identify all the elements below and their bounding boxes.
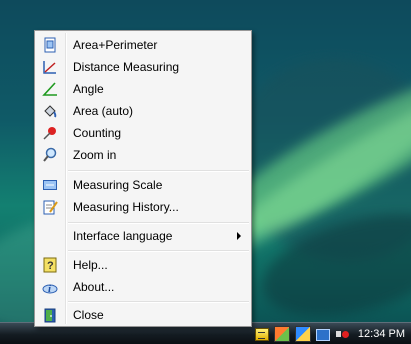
- submenu-arrow-icon: [237, 232, 241, 240]
- menu-item-help[interactable]: ? Help...: [37, 254, 249, 276]
- about-info-icon: i: [42, 279, 58, 295]
- menu-item-label: About...: [73, 280, 115, 294]
- menu-item-label: Distance Measuring: [73, 60, 180, 74]
- menu-item-label: Angle: [73, 82, 104, 96]
- menu-item-label: Help...: [73, 258, 108, 272]
- menu-item-angle[interactable]: Angle: [37, 78, 249, 100]
- menu-separator: [68, 170, 249, 172]
- menu-separator: [68, 250, 249, 252]
- menu-item-label: Zoom in: [73, 148, 117, 162]
- app-tray-icon[interactable]: [273, 325, 290, 342]
- menu-item-label: Area+Perimeter: [73, 38, 158, 52]
- angle-icon: [42, 81, 58, 97]
- paint-bucket-icon: [42, 103, 58, 119]
- context-menu: Area+Perimeter Distance Measuring Angle …: [34, 30, 252, 327]
- menu-item-area-perimeter[interactable]: Area+Perimeter: [37, 34, 249, 56]
- menu-item-label: Measuring Scale: [73, 178, 163, 192]
- menu-separator: [68, 301, 249, 303]
- menu-item-interface-language[interactable]: Interface language: [37, 225, 249, 247]
- menu-separator: [68, 222, 249, 224]
- network-icon[interactable]: [315, 328, 330, 341]
- menu-item-area-auto[interactable]: Area (auto): [37, 100, 249, 122]
- menu-item-label: Counting: [73, 126, 122, 140]
- close-door-icon: [42, 307, 58, 323]
- scale-icon: [42, 177, 58, 193]
- distance-measuring-icon: [42, 59, 58, 75]
- menu-item-measuring-scale[interactable]: Measuring Scale: [37, 174, 249, 196]
- menu-item-measuring-history[interactable]: Measuring History...: [37, 196, 249, 218]
- taskbar-clock[interactable]: 12:34 PM: [354, 328, 411, 340]
- system-tray: 12:34 PM: [254, 323, 411, 344]
- menu-item-label: Close: [73, 308, 104, 322]
- menu-item-distance-measuring[interactable]: Distance Measuring: [37, 56, 249, 78]
- menu-item-label: Measuring History...: [73, 200, 179, 214]
- volume-muted-icon[interactable]: [335, 327, 349, 341]
- magnifier-icon: [42, 147, 58, 163]
- menu-item-zoom-in[interactable]: Zoom in: [37, 144, 249, 166]
- help-icon: ?: [42, 257, 58, 273]
- menu-item-about[interactable]: i About...: [37, 276, 249, 298]
- pushpin-icon: [42, 125, 58, 141]
- menu-item-label: Area (auto): [73, 104, 134, 118]
- app-tray-icon-2[interactable]: [294, 325, 311, 342]
- menu-item-close[interactable]: Close: [37, 304, 249, 326]
- history-notepad-icon: [42, 199, 58, 215]
- area-perimeter-icon: [42, 37, 58, 53]
- menu-item-counting[interactable]: Counting: [37, 122, 249, 144]
- menu-item-label: Interface language: [73, 229, 173, 243]
- ruler-tray-icon[interactable]: [254, 328, 269, 341]
- svg-text:?: ?: [47, 260, 54, 272]
